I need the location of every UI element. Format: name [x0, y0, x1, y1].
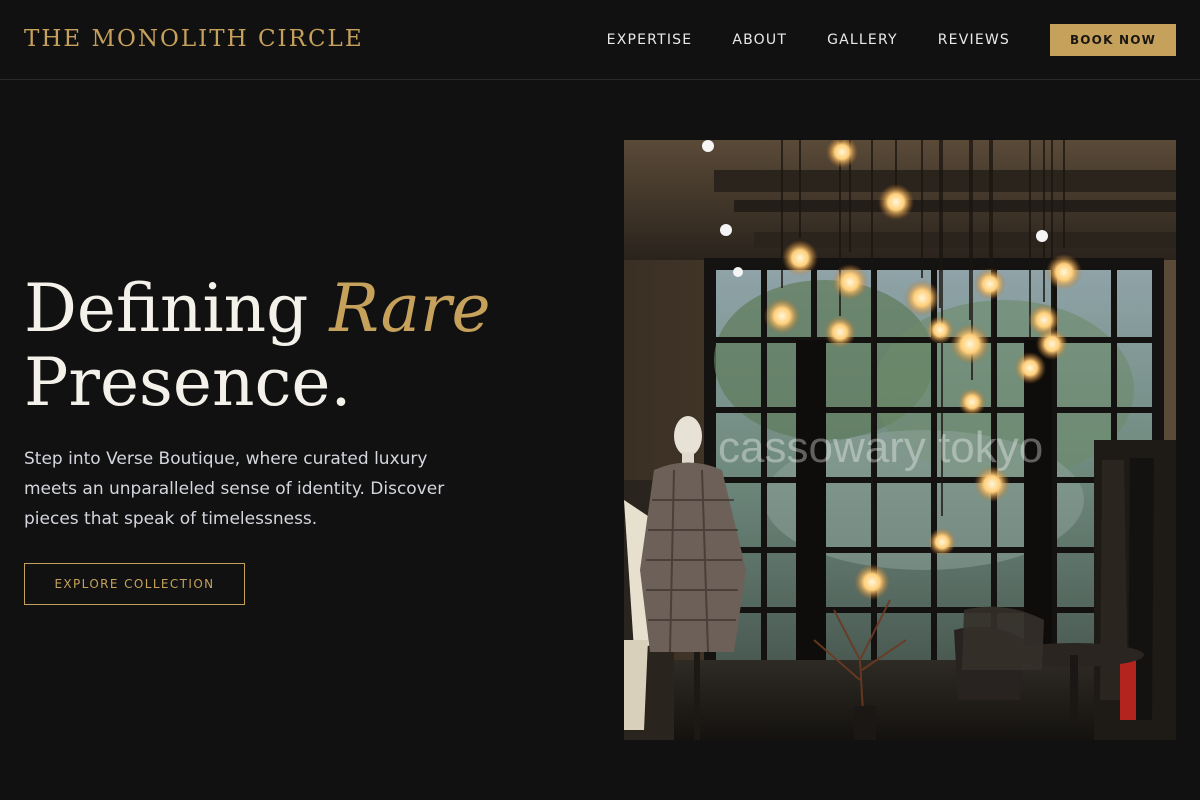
- brand-logo[interactable]: THE MONOLITH CIRCLE: [24, 24, 364, 54]
- hero-title-part2: Presence.: [24, 344, 352, 421]
- book-now-button[interactable]: BOOK NOW: [1050, 24, 1176, 56]
- nav-link-about[interactable]: ABOUT: [732, 24, 787, 56]
- boutique-interior-photo: cassowary tokyo: [624, 140, 1176, 740]
- image-watermark-text: cassowary tokyo: [718, 423, 1043, 472]
- hero-title-part1: Defining: [24, 270, 330, 347]
- nav-link-gallery[interactable]: GALLERY: [827, 24, 898, 56]
- nav-link-expertise[interactable]: EXPERTISE: [607, 24, 693, 56]
- hero-title-accent: Rare: [329, 270, 491, 347]
- hero-title: Defining Rare Presence.: [24, 272, 564, 420]
- hero-description: Step into Verse Boutique, where curated …: [24, 449, 445, 529]
- site-header: THE MONOLITH CIRCLE EXPERTISE ABOUT GALL…: [0, 0, 1200, 80]
- nav-link-reviews[interactable]: REVIEWS: [938, 24, 1010, 56]
- main-nav: EXPERTISE ABOUT GALLERY REVIEWS BOOK NOW: [607, 24, 1176, 56]
- explore-collection-button[interactable]: EXPLORE COLLECTION: [24, 563, 245, 605]
